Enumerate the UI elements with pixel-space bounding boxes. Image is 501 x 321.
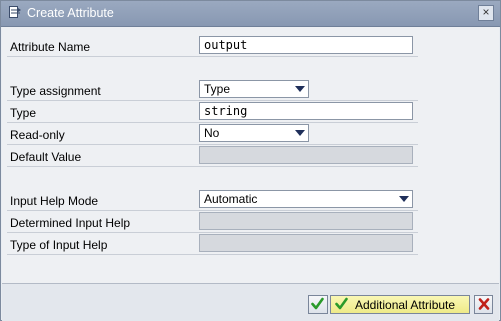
cancel-button[interactable] bbox=[474, 295, 493, 314]
read-only-value: No bbox=[204, 126, 220, 140]
type-input[interactable]: string bbox=[199, 102, 413, 120]
row-attribute-name: Attribute Name output bbox=[7, 35, 418, 57]
form-area: Attribute Name output Type assignment Ty… bbox=[2, 27, 499, 296]
ok-button[interactable] bbox=[308, 295, 328, 314]
cancel-icon bbox=[478, 298, 490, 310]
type-assignment-value: Type bbox=[204, 82, 231, 96]
determined-input-help-input bbox=[199, 212, 413, 230]
close-button[interactable]: × bbox=[478, 5, 494, 21]
read-only-label: Read-only bbox=[10, 128, 65, 142]
row-determined-input-help: Determined Input Help bbox=[7, 211, 418, 233]
additional-attribute-button[interactable]: Additional Attribute bbox=[330, 295, 470, 314]
close-icon: × bbox=[482, 5, 490, 19]
row-type-of-input-help: Type of Input Help bbox=[7, 233, 418, 255]
type-label: Type bbox=[10, 106, 37, 120]
type-assignment-label: Type assignment bbox=[10, 84, 101, 98]
attribute-name-input[interactable]: output bbox=[199, 36, 413, 54]
button-bar: Additional Attribute bbox=[2, 283, 499, 321]
input-help-mode-label: Input Help Mode bbox=[10, 194, 99, 208]
attribute-name-label: Attribute Name bbox=[10, 40, 91, 54]
chevron-down-icon[interactable] bbox=[295, 130, 305, 136]
create-attribute-dialog: Create Attribute × Attribute Name output… bbox=[0, 0, 501, 321]
checkmark-icon bbox=[311, 297, 324, 310]
type-assignment-dropdown[interactable]: Type bbox=[199, 80, 309, 98]
additional-attribute-label: Additional Attribute bbox=[355, 298, 456, 312]
input-help-mode-dropdown[interactable]: Automatic bbox=[199, 190, 413, 208]
row-type: Type string bbox=[7, 101, 418, 123]
input-help-mode-value: Automatic bbox=[204, 192, 258, 206]
row-type-assignment: Type assignment Type bbox=[7, 79, 418, 101]
read-only-dropdown[interactable]: No bbox=[199, 124, 309, 142]
row-default-value: Default Value bbox=[7, 145, 418, 167]
row-read-only: Read-only No bbox=[7, 123, 418, 145]
dialog-title: Create Attribute bbox=[27, 6, 114, 20]
default-value-input bbox=[199, 146, 413, 164]
row-input-help-mode: Input Help Mode Automatic bbox=[7, 189, 418, 211]
chevron-down-icon[interactable] bbox=[399, 196, 409, 202]
type-of-input-help-label: Type of Input Help bbox=[10, 238, 108, 252]
type-of-input-help-input bbox=[199, 234, 413, 252]
checkmark-icon bbox=[335, 297, 348, 310]
default-value-label: Default Value bbox=[10, 150, 82, 164]
chevron-down-icon[interactable] bbox=[295, 86, 305, 92]
dialog-icon bbox=[9, 6, 21, 18]
title-bar: Create Attribute × bbox=[1, 1, 500, 27]
determined-input-help-label: Determined Input Help bbox=[10, 216, 131, 230]
